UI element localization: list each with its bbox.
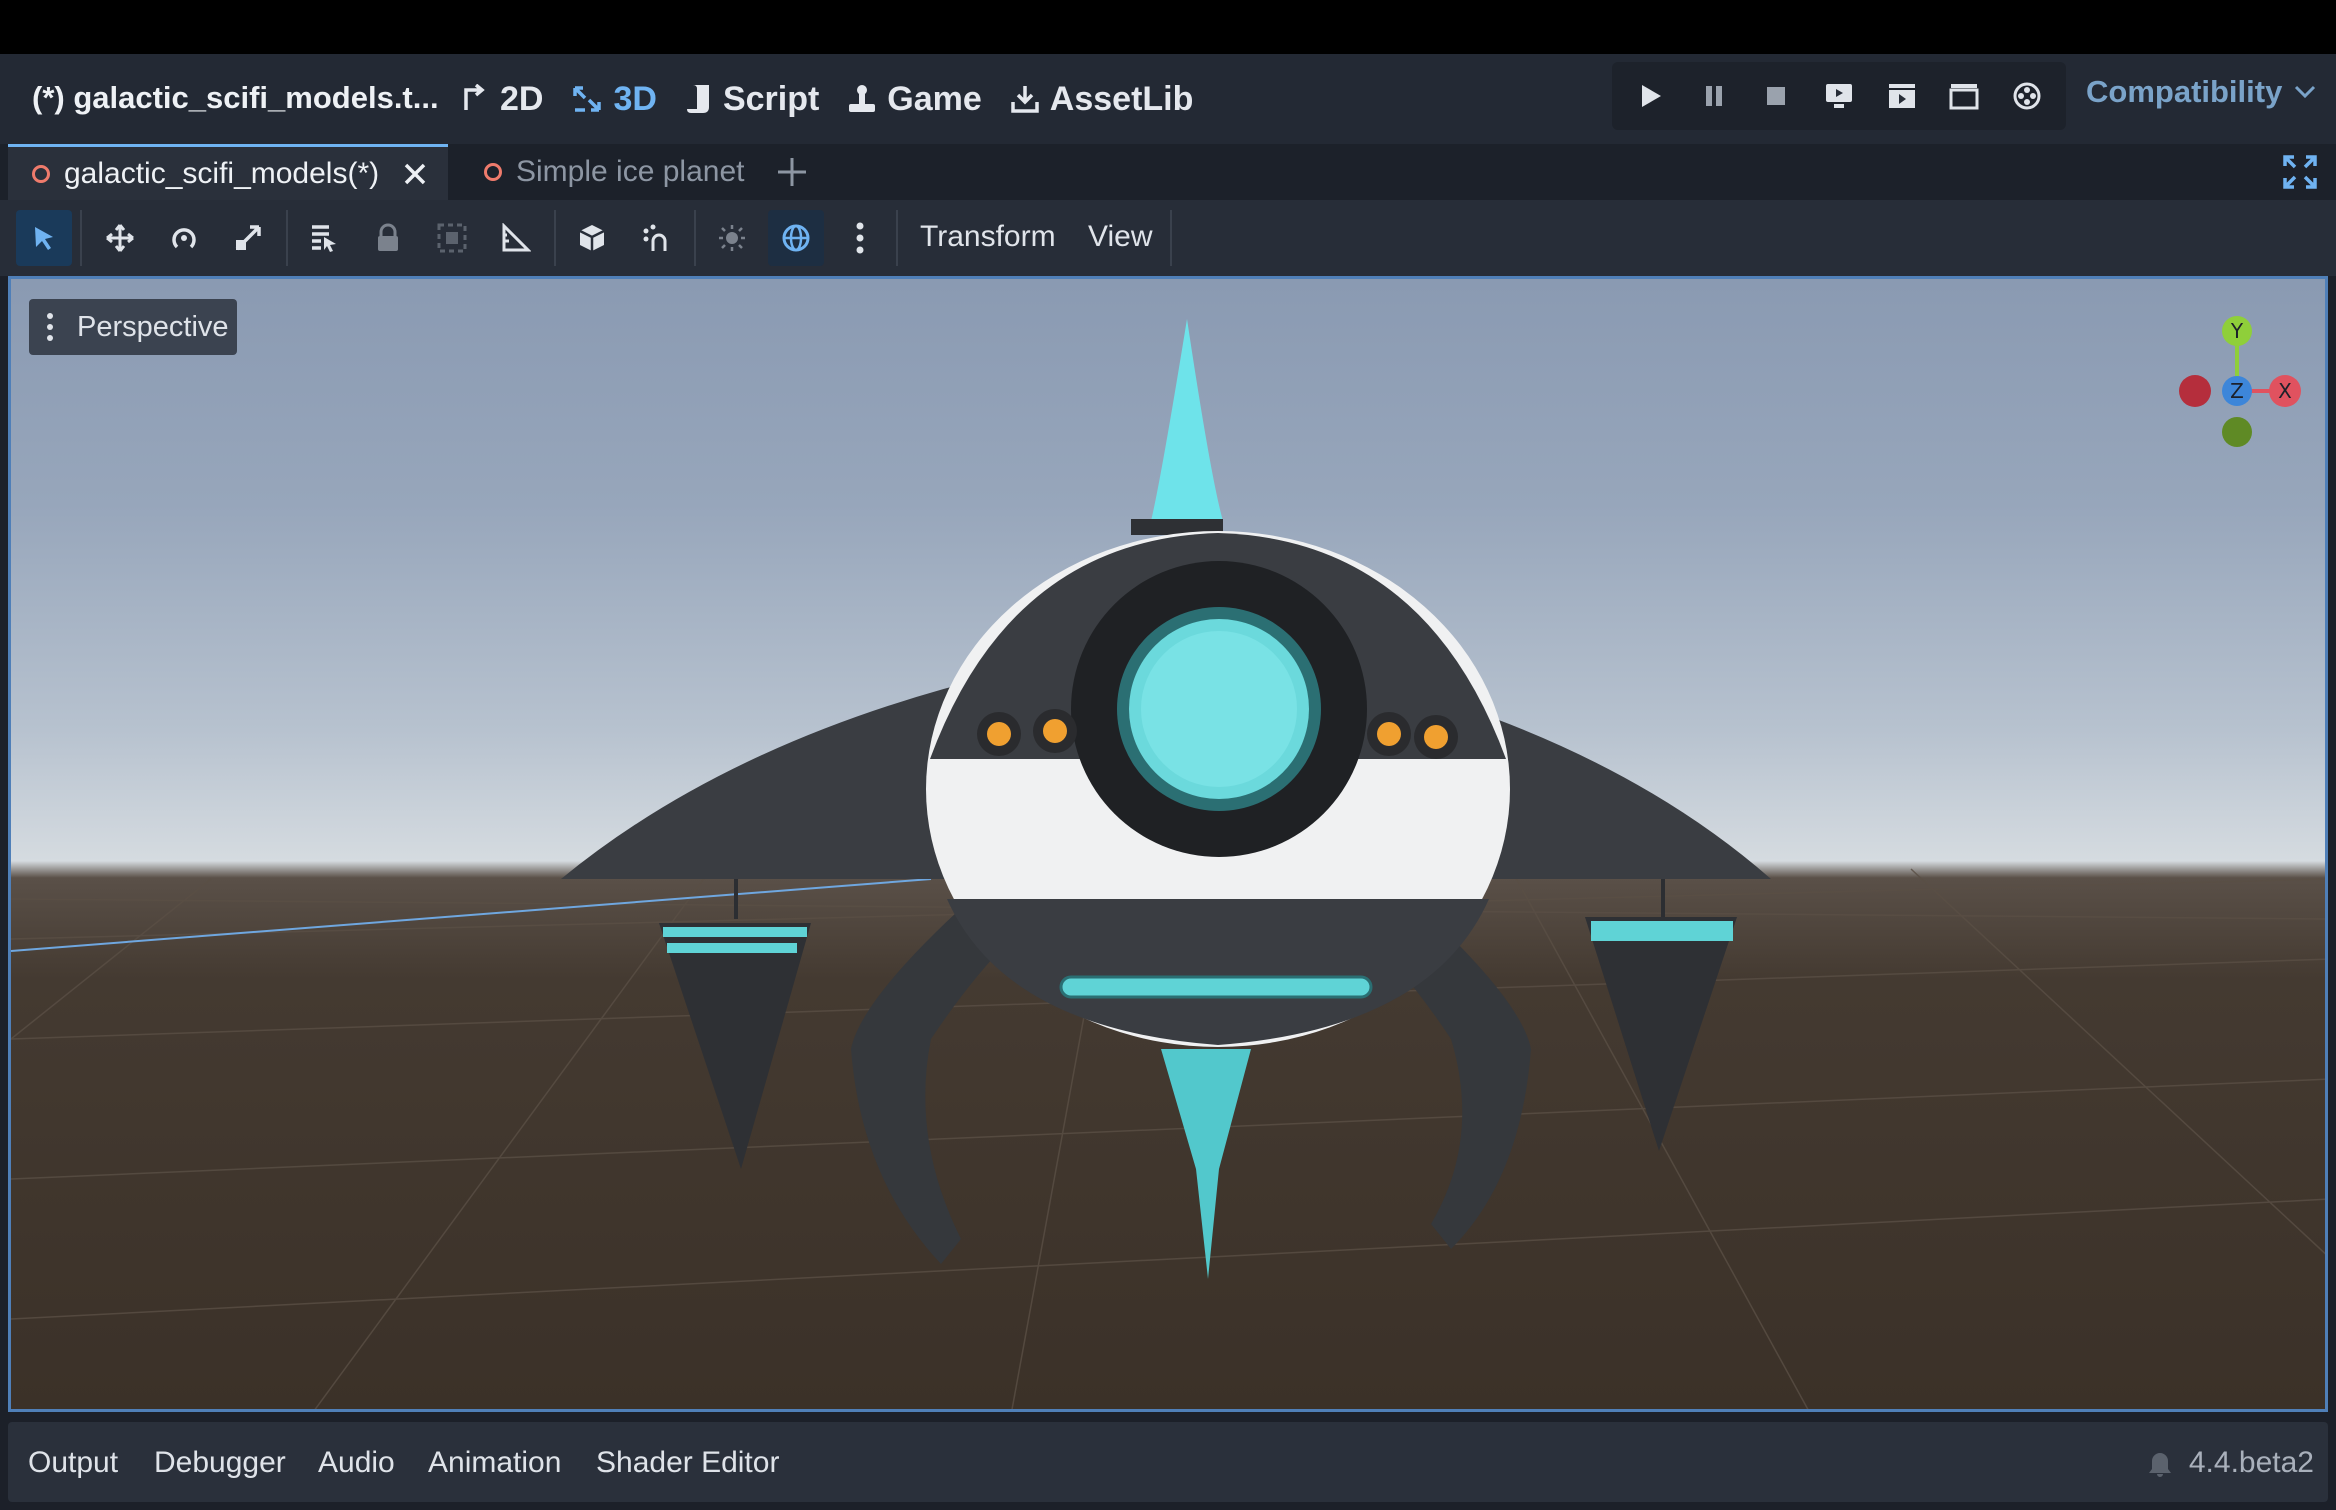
debugger-tab[interactable]: Debugger	[154, 1446, 286, 1480]
transform-menu[interactable]: Transform	[920, 220, 1056, 254]
audio-tab[interactable]: Audio	[318, 1446, 395, 1480]
move-tool-button[interactable]	[92, 210, 148, 266]
renderer-label: Compatibility	[2086, 74, 2283, 109]
3d-icon	[573, 86, 602, 112]
nav-game-label: Game	[887, 79, 982, 118]
local-space-button[interactable]	[564, 210, 620, 266]
assetlib-icon	[1011, 86, 1039, 113]
pause-button[interactable]	[1692, 74, 1736, 118]
nav-3d-button[interactable]: 3D	[557, 72, 670, 126]
stop-icon	[1767, 87, 1786, 105]
scene-node-icon	[32, 164, 50, 183]
move-icon	[106, 224, 134, 252]
ruler-button[interactable]	[488, 210, 544, 266]
tab-label: galactic_scifi_models(*)	[64, 156, 380, 190]
main-screen-nav: 2D 3D Script Game AssetLib	[446, 72, 1207, 126]
gizmo-x-label: X	[2278, 379, 2292, 403]
3d-viewport[interactable]: Perspective Y Z X	[8, 276, 2328, 1412]
run-controls	[1612, 62, 2066, 130]
nav-assetlib-button[interactable]: AssetLib	[996, 72, 1208, 126]
os-status-bar	[0, 0, 2336, 54]
nav-game-button[interactable]: Game	[833, 72, 996, 126]
close-icon[interactable]	[403, 162, 427, 186]
shader-editor-tab[interactable]: Shader Editor	[596, 1446, 779, 1480]
script-icon	[686, 85, 709, 113]
nav-script-label: Script	[722, 79, 820, 118]
more-options-button[interactable]	[832, 210, 888, 266]
game-icon	[849, 85, 876, 112]
kebab-menu-icon	[37, 313, 63, 341]
lock-button[interactable]	[360, 210, 416, 266]
version-label: 4.4.beta2	[2188, 1446, 2314, 1479]
play-scene-icon	[1888, 84, 1915, 108]
nav-2d-button[interactable]: 2D	[446, 72, 557, 126]
nav-3d-label: 3D	[613, 79, 657, 118]
tab-galactic-scifi-models[interactable]: galactic_scifi_models(*)	[8, 144, 448, 200]
scene-node-icon	[484, 163, 502, 181]
movie-maker-button[interactable]	[2005, 74, 2049, 118]
perspective-label: Perspective	[77, 310, 229, 343]
version-info[interactable]: 4.4.beta2	[2147, 1446, 2314, 1480]
output-tab[interactable]: Output	[28, 1446, 118, 1480]
snap-button[interactable]	[628, 210, 684, 266]
select-arrow-icon	[35, 227, 53, 250]
view-menu[interactable]: View	[1088, 220, 1152, 254]
scene-tabs: galactic_scifi_models(*) Simple ice plan…	[0, 144, 2336, 200]
play-scene-button[interactable]	[1880, 74, 1924, 118]
tab-simple-ice-planet[interactable]: Simple ice planet	[460, 144, 744, 200]
environment-preview-button[interactable]	[768, 210, 824, 266]
cube-icon	[579, 225, 605, 251]
play-button[interactable]	[1629, 74, 1673, 118]
rotate-tool-button[interactable]	[156, 210, 212, 266]
nav-assetlib-label: AssetLib	[1049, 79, 1194, 118]
bottom-panel: Output Debugger Audio Animation Shader E…	[8, 1422, 2328, 1502]
list-select-button[interactable]	[296, 210, 352, 266]
play-custom-scene-button[interactable]	[1942, 74, 1986, 118]
remote-debug-button[interactable]	[1817, 74, 1861, 118]
movie-maker-icon	[2013, 82, 2041, 110]
nav-2d-label: 2D	[500, 79, 544, 118]
scene-render	[11, 319, 2325, 1409]
gizmo-z-label: Z	[2230, 379, 2244, 403]
group-icon	[437, 223, 467, 253]
play-custom-scene-icon	[1949, 84, 1979, 110]
globe-icon	[782, 224, 810, 252]
list-select-icon	[312, 225, 336, 252]
perspective-menu[interactable]: Perspective	[29, 299, 237, 355]
play-icon	[1642, 85, 1662, 107]
bell-icon	[2148, 1453, 2171, 1477]
sun-icon	[719, 225, 745, 251]
scale-tool-button[interactable]	[220, 210, 276, 266]
sun-preview-button[interactable]	[704, 210, 760, 266]
rotate-icon	[172, 228, 196, 249]
nav-script-button[interactable]: Script	[671, 72, 833, 126]
distraction-free-icon[interactable]	[2282, 154, 2318, 190]
animation-tab[interactable]: Animation	[428, 1446, 561, 1480]
select-tool-button[interactable]	[16, 210, 72, 266]
scene-title[interactable]: (*) galactic_scifi_models.t...	[32, 80, 439, 116]
orientation-gizmo[interactable]: Y Z X	[2141, 299, 2328, 449]
chevron-down-icon	[2295, 85, 2316, 99]
ruler-icon	[502, 223, 531, 252]
snap-icon	[643, 224, 667, 251]
group-button[interactable]	[424, 210, 480, 266]
editor-main-bar: (*) galactic_scifi_models.t... 2D 3D Scr…	[0, 54, 2336, 144]
gizmo-y-label: Y	[2230, 319, 2244, 343]
kebab-menu-icon	[856, 222, 864, 254]
2d-icon	[464, 84, 485, 110]
scale-icon	[235, 225, 261, 251]
viewport-toolbar: Transform View	[0, 200, 2336, 276]
tab-label: Simple ice planet	[516, 155, 745, 188]
remote-debug-icon	[1825, 84, 1852, 108]
renderer-dropdown[interactable]: Compatibility	[2086, 74, 2316, 110]
lock-icon	[378, 223, 398, 251]
stop-button[interactable]	[1754, 74, 1798, 118]
add-tab-icon[interactable]	[772, 152, 812, 192]
pause-icon	[1705, 86, 1722, 106]
